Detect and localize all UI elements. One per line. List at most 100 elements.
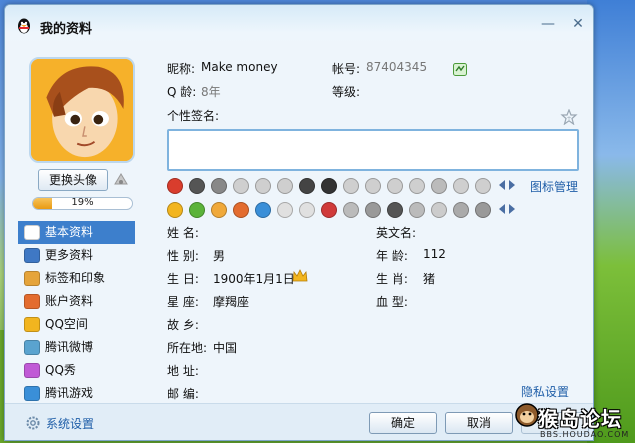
gender-value: 男 [213, 249, 226, 263]
sidebar-item-5[interactable]: QQ空间 [18, 313, 135, 336]
shield-icon[interactable] [453, 202, 469, 218]
sidebar-nav: 基本资料更多资料标签和印象账户资料 QQ空间腾讯微博 QQ秀腾讯游戏 [18, 221, 135, 405]
qqshow-icon [24, 363, 40, 378]
signature-input[interactable] [167, 129, 579, 171]
signature-star-icon[interactable]: + [560, 109, 578, 125]
diamond-icon[interactable] [277, 178, 293, 194]
vip-badge-icon[interactable] [453, 63, 467, 76]
account-icon [24, 294, 40, 309]
account-label: 帐号: [332, 62, 361, 76]
diamond-icon[interactable] [365, 178, 381, 194]
sidebar-item-label: 腾讯微博 [45, 340, 94, 354]
love-icon[interactable] [343, 202, 359, 218]
sidebar-item-7[interactable]: QQ秀 [18, 359, 135, 382]
diamond-icon[interactable] [343, 178, 359, 194]
avatar-image [31, 59, 133, 161]
signature-label: 个性签名: [167, 109, 220, 123]
constellation-value: 摩羯座 [213, 295, 250, 309]
status-icon-row [167, 178, 527, 196]
qq-game-icon[interactable] [321, 178, 337, 194]
tag-icon [24, 271, 40, 286]
app-icon[interactable] [387, 202, 403, 218]
window-title: 我的资料 [40, 22, 93, 37]
close-button[interactable]: ✕ [568, 15, 588, 33]
system-settings-link[interactable]: 系统设置 [46, 415, 94, 432]
gear-icon[interactable] [25, 415, 41, 431]
profile-window: 我的资料 — ✕ 更换头像 19% 基本资料更多资料标签和印象账户资料 QQ空间腾… [4, 4, 594, 441]
star-icon [24, 317, 40, 332]
diamond-icon[interactable] [431, 178, 447, 194]
diamond-icon[interactable] [233, 178, 249, 194]
pasture-icon[interactable] [211, 202, 227, 218]
constellation-label: 星 座: [167, 295, 199, 309]
diamond-icon[interactable] [409, 178, 425, 194]
phone-icon[interactable] [211, 178, 227, 194]
age-label: 年 龄: [376, 249, 408, 263]
blood-type-label: 血 型: [376, 295, 408, 309]
cancel-button[interactable]: 取消 [445, 412, 513, 434]
sidebar-item-4[interactable]: 账户资料 [18, 290, 135, 313]
game-icon [24, 386, 40, 401]
english-name-label: 英文名: [376, 226, 417, 240]
diamond-icon[interactable] [299, 178, 315, 194]
diamond-icon[interactable] [387, 178, 403, 194]
game-icon[interactable] [321, 202, 337, 218]
sidebar-item-8[interactable]: 腾讯游戏 [18, 382, 135, 405]
photo-icon[interactable] [255, 202, 271, 218]
postcode-label: 邮 编: [167, 387, 199, 401]
profile-progress-bar: 19% [32, 197, 133, 210]
sidebar-item-label: 腾讯游戏 [45, 386, 94, 400]
id-card-icon [24, 225, 40, 240]
sidebar-item-label: 更多资料 [45, 248, 94, 262]
progress-text: 19% [71, 197, 94, 208]
sidebar-item-label: 账户资料 [45, 294, 94, 308]
icon-manage-link[interactable]: 图标管理 [530, 178, 578, 195]
monkey-logo-icon [515, 403, 539, 427]
farm-icon[interactable] [189, 202, 205, 218]
sidebar-item-label: 基本资料 [45, 225, 94, 239]
diamond-icon[interactable] [453, 178, 469, 194]
sidebar-item-2[interactable]: 更多资料 [18, 244, 135, 267]
watermark-text: 猴岛论坛 [538, 407, 622, 431]
qq-penguin-icon [18, 18, 30, 34]
scroll-right-icon[interactable] [509, 180, 515, 190]
mail-icon[interactable] [299, 202, 315, 218]
forum-watermark: 猴岛论坛 BBS.HOUDAO.COM [510, 400, 635, 443]
list-icon [24, 248, 40, 263]
desktop-wallpaper-edge [587, 0, 635, 443]
scroll-left-icon[interactable] [499, 204, 505, 214]
restaurant-icon[interactable] [233, 202, 249, 218]
qq-pet-icon[interactable] [167, 178, 183, 194]
note-icon[interactable] [431, 202, 447, 218]
qq-age-value: 8年 [201, 85, 221, 99]
nickname-label: 昵称: [167, 62, 196, 76]
zodiac-label: 生 肖: [376, 272, 408, 286]
pass-icon[interactable] [365, 202, 381, 218]
ok-button[interactable]: 确定 [369, 412, 437, 434]
sidebar-item-1[interactable]: 基本资料 [18, 221, 135, 244]
hometown-label: 故 乡: [167, 318, 199, 332]
location-value: 中国 [213, 341, 238, 355]
sidebar-item-3[interactable]: 标签和印象 [18, 267, 135, 290]
scroll-right-icon[interactable] [509, 204, 515, 214]
avatar[interactable] [29, 57, 135, 163]
gender-label: 性 别: [167, 249, 199, 263]
sidebar-item-6[interactable]: 腾讯微博 [18, 336, 135, 359]
title-bar: 我的资料 — ✕ [5, 5, 593, 45]
diamond-icon[interactable] [189, 178, 205, 194]
qzone-icon[interactable] [167, 202, 183, 218]
scroll-left-icon[interactable] [499, 180, 505, 190]
diamond-icon[interactable] [475, 178, 491, 194]
age-value: 112 [423, 247, 446, 261]
diamond-icon[interactable] [255, 178, 271, 194]
privacy-settings-link[interactable]: 隐私设置 [521, 383, 569, 400]
camera-icon[interactable] [112, 171, 130, 189]
change-avatar-button[interactable]: 更换头像 [38, 169, 108, 191]
music-icon[interactable] [277, 202, 293, 218]
minimize-button[interactable]: — [538, 15, 558, 33]
location-label: 所在地: [167, 341, 208, 355]
qq-icon[interactable] [409, 202, 425, 218]
birthday-label: 生 日: [167, 272, 199, 286]
zodiac-value: 猪 [423, 272, 436, 286]
clover-icon[interactable] [475, 202, 491, 218]
